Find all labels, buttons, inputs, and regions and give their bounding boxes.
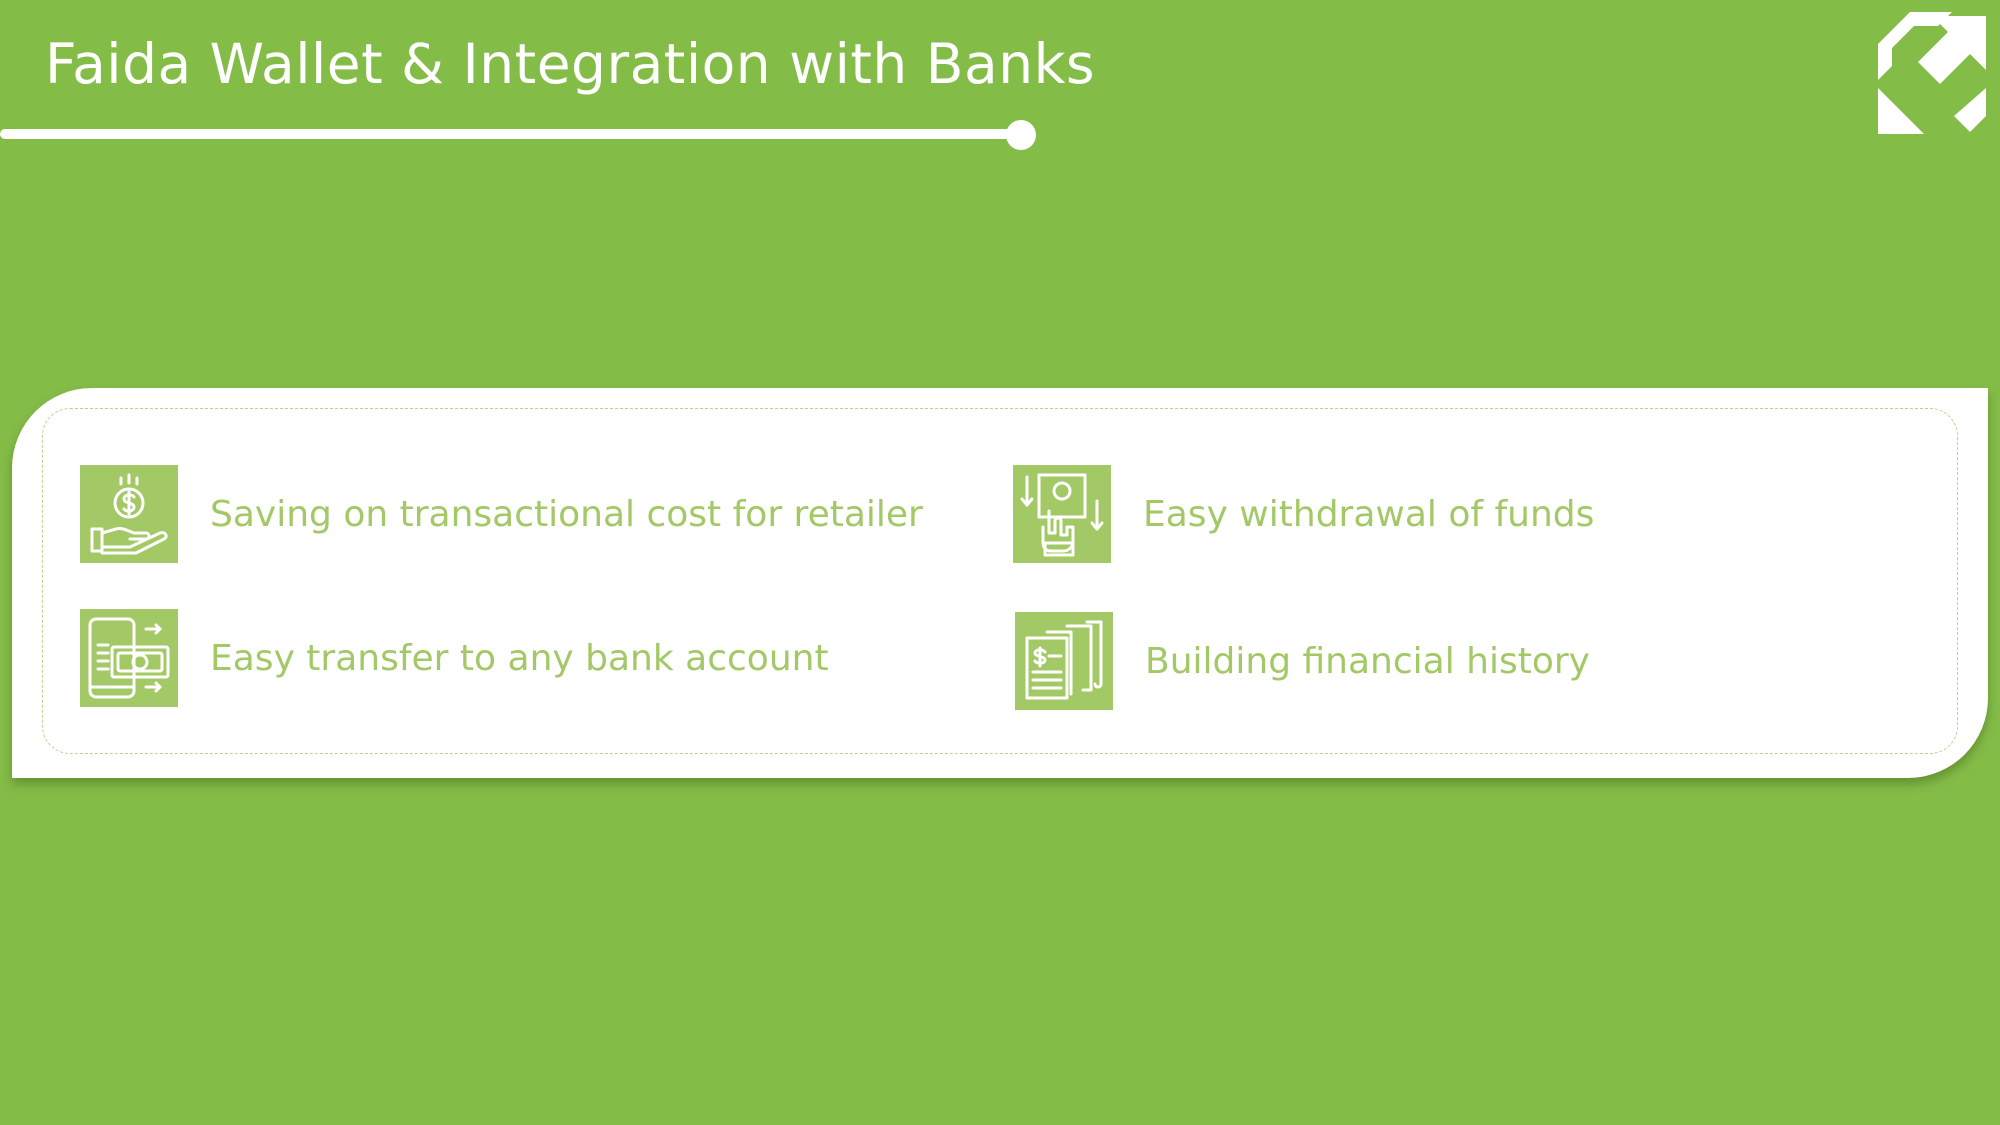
feature-item-saving: Saving on transactional cost for retaile… <box>80 465 923 563</box>
feature-item-history: Building financial history <box>1015 612 1590 710</box>
brand-arrow-logo <box>1878 12 1986 134</box>
feature-label: Saving on transactional cost for retaile… <box>210 493 923 535</box>
feature-label: Easy withdrawal of funds <box>1143 493 1595 535</box>
slide-title: Faida Wallet & Integration with Banks <box>45 32 1096 96</box>
phone-money-transfer-icon <box>80 609 178 707</box>
features-card <box>12 388 1988 778</box>
feature-item-transfer: Easy transfer to any bank account <box>80 609 829 707</box>
feature-label: Building financial history <box>1145 640 1590 682</box>
cash-withdrawal-icon <box>1013 465 1111 563</box>
hand-coin-icon <box>80 465 178 563</box>
title-underline <box>0 129 1021 139</box>
title-underline-dot <box>1006 120 1036 150</box>
feature-label: Easy transfer to any bank account <box>210 637 829 679</box>
feature-item-withdrawal: Easy withdrawal of funds <box>1013 465 1594 563</box>
financial-documents-icon <box>1015 612 1113 710</box>
